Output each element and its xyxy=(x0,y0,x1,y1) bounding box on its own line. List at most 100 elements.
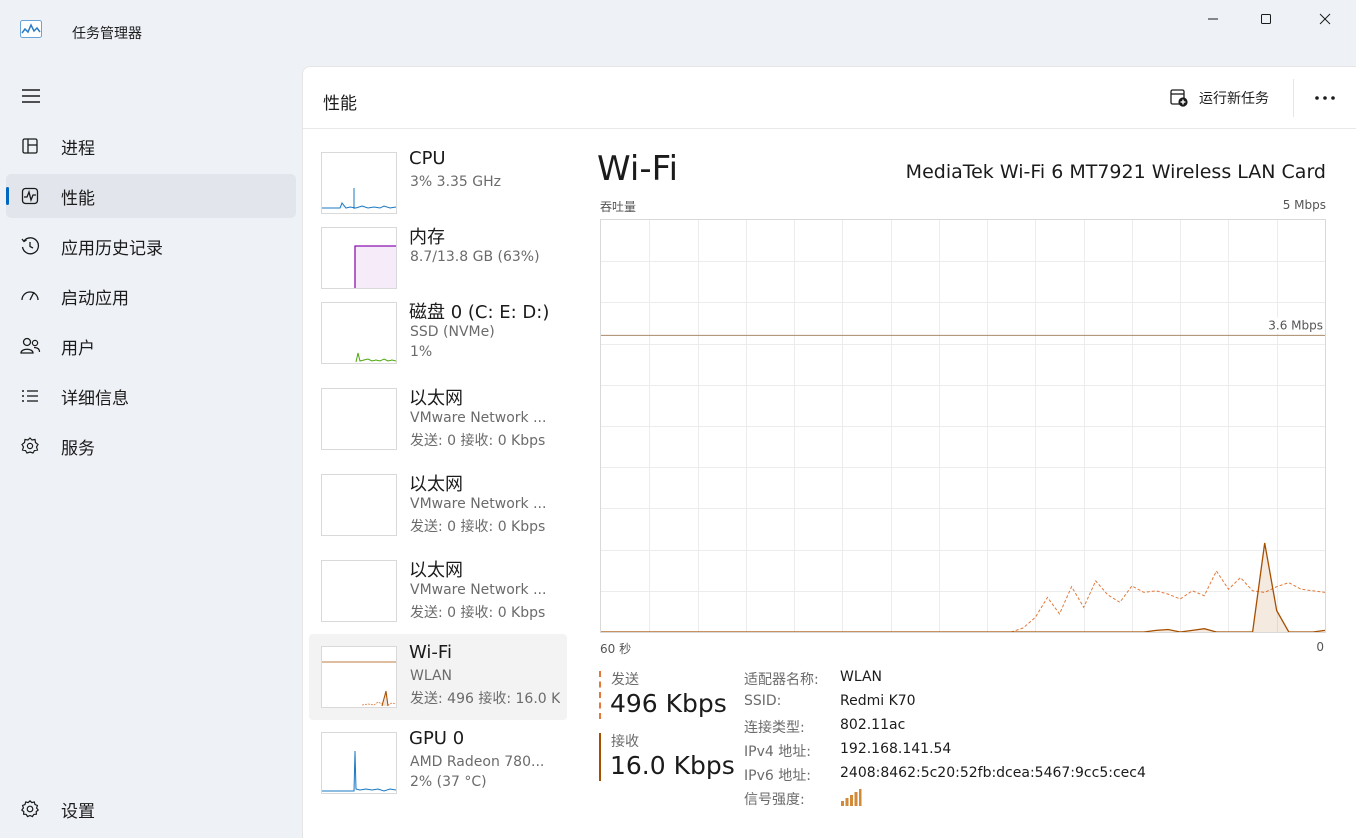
device-stats: 8.7/13.8 GB (63%) xyxy=(410,249,540,265)
header-separator xyxy=(1293,79,1294,117)
property-key: 连接类型: xyxy=(744,720,805,736)
history-icon xyxy=(19,235,41,257)
send-legend-marker xyxy=(599,671,601,719)
sidebar-item-users[interactable]: 用户 xyxy=(6,324,296,368)
chart-grid xyxy=(601,220,1325,632)
device-type: SSD (NVMe) xyxy=(410,324,495,340)
sidebar-item-label: 设置 xyxy=(61,801,95,822)
adapter-name: MediaTek Wi-Fi 6 MT7921 Wireless LAN Car… xyxy=(905,161,1326,183)
page-title: 性能 xyxy=(323,94,357,114)
users-icon xyxy=(19,335,41,357)
detail-title: Wi-Fi xyxy=(597,149,679,189)
receive-label: 接收 xyxy=(611,734,639,750)
device-name: 内存 xyxy=(409,227,445,248)
sidebar-item-label: 详细信息 xyxy=(61,388,129,409)
main-panel: 性能 运行新任务 CPU 3% 3.35 GHz 内存 8.7/13.8 GB … xyxy=(302,66,1356,838)
sidebar-item-startup-apps[interactable]: 启动应用 xyxy=(6,274,296,318)
device-throughput: 发送: 0 接收: 0 Kbps xyxy=(410,519,546,535)
device-stats: 3% 3.35 GHz xyxy=(410,174,502,190)
disk-thumbnail-graph xyxy=(321,302,397,364)
sidebar-item-label: 用户 xyxy=(61,338,95,359)
device-adapter: VMware Network ... xyxy=(410,582,547,598)
send-series-line xyxy=(601,569,1326,633)
send-label: 发送 xyxy=(611,672,639,688)
cpu-thumbnail-graph xyxy=(321,152,397,214)
property-value: 2408:8462:5c20:52fb:dcea:5467:9cc5:cec4 xyxy=(840,765,1146,781)
property-value: 802.11ac xyxy=(840,717,906,733)
ethernet-thumbnail-graph xyxy=(321,474,397,536)
more-icon xyxy=(1315,96,1335,100)
device-name: 磁盘 0 (C: E: D:) xyxy=(409,302,550,323)
device-throughput: 发送: 0 接收: 0 Kbps xyxy=(410,605,546,621)
property-key: SSID: xyxy=(744,693,782,709)
property-key: 信号强度: xyxy=(744,792,805,808)
window-title: 任务管理器 xyxy=(72,26,142,42)
maximize-button[interactable] xyxy=(1237,0,1295,38)
main-header: 性能 运行新任务 xyxy=(303,67,1356,129)
device-usage: 2% (37 °C) xyxy=(410,774,487,790)
device-item-memory[interactable]: 内存 8.7/13.8 GB (63%) xyxy=(309,215,567,301)
device-item-disk[interactable]: 磁盘 0 (C: E: D:) SSD (NVMe) 1% xyxy=(309,290,567,376)
property-key: 适配器名称: xyxy=(744,672,819,688)
sidebar-item-performance[interactable]: 性能 xyxy=(6,174,296,218)
chart-time-right: 0 xyxy=(1316,640,1324,654)
minimize-button[interactable] xyxy=(1184,0,1242,38)
maximize-icon xyxy=(1261,14,1271,24)
send-value: 496 Kbps xyxy=(610,689,727,718)
throughput-chart: 3.6 Mbps xyxy=(600,219,1326,633)
run-new-task-button[interactable]: 运行新任务 xyxy=(1169,85,1269,111)
ethernet-thumbnail-graph xyxy=(321,560,397,622)
device-name: GPU 0 xyxy=(409,728,465,749)
close-button[interactable] xyxy=(1296,0,1354,38)
device-throughput: 发送: 496 接收: 16.0 K xyxy=(410,691,561,707)
hamburger-icon[interactable] xyxy=(18,84,44,108)
run-new-task-icon xyxy=(1170,89,1188,107)
receive-value: 16.0 Kbps xyxy=(610,751,735,780)
chart-label: 吞吐量 xyxy=(600,200,637,214)
device-model: AMD Radeon 780... xyxy=(410,754,545,770)
device-item-gpu[interactable]: GPU 0 AMD Radeon 780... 2% (37 °C) xyxy=(309,720,567,806)
sidebar-item-label: 进程 xyxy=(61,138,95,159)
device-item-ethernet-3[interactable]: 以太网 VMware Network ... 发送: 0 接收: 0 Kbps xyxy=(309,548,567,634)
performance-icon xyxy=(19,185,41,207)
sidebar-item-settings[interactable]: 设置 xyxy=(6,787,296,831)
run-new-task-label: 运行新任务 xyxy=(1199,91,1269,107)
sidebar-item-label: 服务 xyxy=(61,438,95,459)
sidebar-item-services[interactable]: 服务 xyxy=(6,424,296,468)
device-item-wifi[interactable]: Wi-Fi WLAN 发送: 496 接收: 16.0 K xyxy=(309,634,567,720)
property-key: IPv6 地址: xyxy=(744,768,811,784)
throughput-chart-svg: 3.6 Mbps xyxy=(601,220,1326,633)
details-icon xyxy=(19,385,41,407)
task-manager-app-icon xyxy=(20,20,42,38)
sidebar-item-details[interactable]: 详细信息 xyxy=(6,374,296,418)
property-value: Redmi K70 xyxy=(840,693,916,709)
device-name: Wi-Fi xyxy=(409,642,452,663)
chart-time-left: 60 秒 xyxy=(600,642,632,656)
device-adapter: WLAN xyxy=(410,668,453,684)
device-item-ethernet-1[interactable]: 以太网 VMware Network ... 发送: 0 接收: 0 Kbps xyxy=(309,376,567,462)
sidebar-item-label: 应用历史记录 xyxy=(61,238,163,259)
gpu-thumbnail-graph xyxy=(321,732,397,794)
sidebar-item-app-history[interactable]: 应用历史记录 xyxy=(6,224,296,268)
chart-series xyxy=(601,542,1326,633)
receive-series-area xyxy=(601,543,1325,632)
device-item-cpu[interactable]: CPU 3% 3.35 GHz xyxy=(309,140,567,226)
device-item-ethernet-2[interactable]: 以太网 VMware Network ... 发送: 0 接收: 0 Kbps xyxy=(309,462,567,548)
active-indicator xyxy=(6,187,9,205)
property-signal-strength: 信号强度: xyxy=(744,789,1044,809)
startup-icon xyxy=(19,285,41,307)
sidebar-item-processes[interactable]: 进程 xyxy=(6,124,296,168)
more-options-button[interactable] xyxy=(1313,87,1337,109)
title-bar: 任务管理器 xyxy=(0,0,1356,62)
minimize-icon xyxy=(1208,18,1218,20)
sidebar: 进程 性能 应用历史记录 启动应用 用户 详细信息 服务 设置 xyxy=(0,62,302,838)
gear-icon xyxy=(19,798,41,820)
receive-legend-marker xyxy=(599,733,601,781)
device-usage: 1% xyxy=(410,344,433,360)
sidebar-item-label: 启动应用 xyxy=(61,288,129,309)
ethernet-thumbnail-graph xyxy=(321,388,397,450)
services-icon xyxy=(19,435,41,457)
device-name: CPU xyxy=(409,148,446,169)
property-key: IPv4 地址: xyxy=(744,744,811,760)
processes-icon xyxy=(19,135,41,157)
